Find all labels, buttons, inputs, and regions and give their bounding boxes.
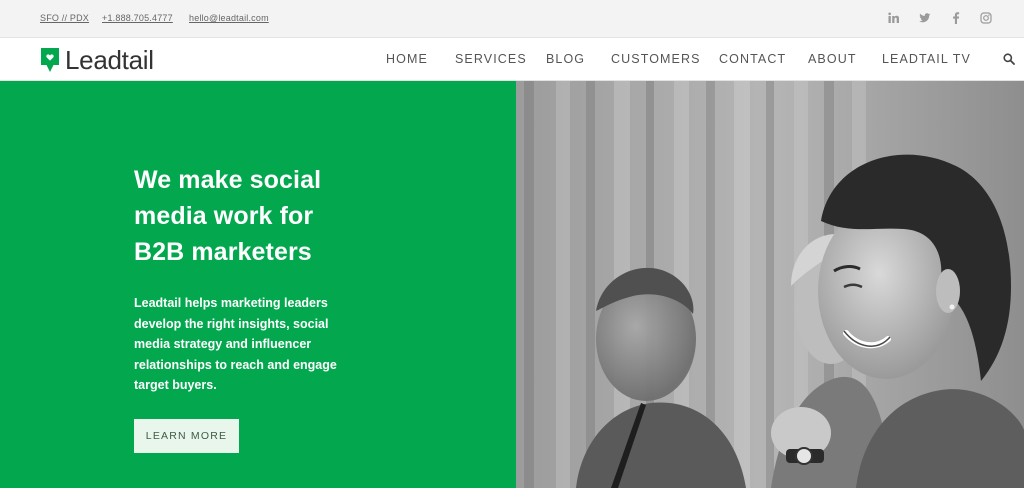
- brand-name: Leadtail: [65, 45, 154, 75]
- twitter-icon[interactable]: [919, 12, 931, 24]
- main-header: Leadtail HOME SERVICES BLOG CUSTOMERS CO…: [0, 38, 1024, 81]
- description-line: media strategy and influencer: [134, 337, 312, 352]
- headline-line: We make social: [134, 166, 322, 194]
- instagram-icon[interactable]: [980, 12, 992, 24]
- nav-contact[interactable]: CONTACT: [719, 52, 786, 66]
- hero-panel: [0, 81, 516, 488]
- nav-home[interactable]: HOME: [386, 52, 428, 66]
- headline-line: B2B marketers: [134, 238, 312, 266]
- description-line: Leadtail helps marketing leaders: [134, 296, 328, 310]
- location-link[interactable]: SFO // PDX: [40, 13, 89, 23]
- nav-blog[interactable]: BLOG: [546, 52, 585, 66]
- description-line: target buyers.: [134, 378, 217, 393]
- hero-headline: We make social media work for B2B market…: [134, 162, 394, 270]
- email-link[interactable]: hello@leadtail.com: [189, 13, 269, 23]
- hero-description: Leadtail helps marketing leaders develop…: [134, 293, 384, 396]
- description-line: develop the right insights, social: [134, 316, 329, 331]
- nav-leadtail-tv[interactable]: LEADTAIL TV: [882, 52, 971, 66]
- nav-about[interactable]: ABOUT: [808, 52, 857, 66]
- learn-more-button[interactable]: LEARN MORE: [134, 419, 239, 453]
- nav-customers[interactable]: CUSTOMERS: [611, 52, 701, 66]
- facebook-icon[interactable]: [950, 12, 962, 24]
- description-line: relationships to reach and engage: [134, 357, 337, 372]
- top-contact-bar: SFO // PDX +1.888.705.4777 hello@leadtai…: [0, 0, 1024, 38]
- hero-photo: [516, 81, 1024, 488]
- linkedin-icon[interactable]: [888, 12, 900, 24]
- nav-services[interactable]: SERVICES: [455, 52, 527, 66]
- phone-link[interactable]: +1.888.705.4777: [102, 13, 173, 23]
- search-icon[interactable]: [1003, 53, 1015, 65]
- logo-heart-tag-icon: [40, 47, 60, 73]
- headline-line: media work for: [134, 202, 314, 230]
- leadtail-logo[interactable]: Leadtail: [40, 46, 154, 74]
